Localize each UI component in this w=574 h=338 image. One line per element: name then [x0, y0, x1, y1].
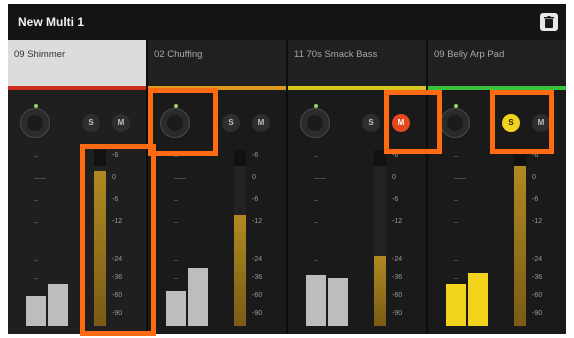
channel-header[interactable]: 02 Chuffing — [148, 40, 286, 86]
solo-button[interactable]: S — [362, 114, 380, 132]
meter-scale-label: -12 — [252, 218, 263, 225]
meter-scale-label: -60 — [392, 292, 403, 299]
level-bar — [166, 290, 186, 326]
meter-fill — [374, 255, 386, 326]
highlight-solo-channel-4 — [490, 90, 554, 154]
channel-name: 11 70s Smack Bass — [294, 49, 378, 60]
pan-knob[interactable] — [300, 104, 330, 138]
level-bar — [26, 296, 46, 326]
meter-scale-label: 0 — [532, 174, 536, 181]
level-bars — [8, 150, 78, 326]
level-bars — [428, 150, 498, 326]
level-bar — [328, 278, 348, 326]
channel-header[interactable]: 11 70s Smack Bass — [288, 40, 426, 86]
meter-scale-label: -36 — [532, 274, 543, 281]
trash-icon — [544, 16, 554, 28]
meter-scale-label: 0 — [252, 174, 256, 181]
trash-button[interactable] — [540, 13, 558, 31]
meter-scale-label: -6 — [252, 196, 259, 203]
knob-indicator-dot — [314, 104, 318, 108]
channel-name: 09 Belly Arp Pad — [434, 49, 505, 60]
meter-peak-zone — [234, 150, 246, 166]
meter-scale-label: -6 — [392, 196, 399, 203]
meter-scale-label: -36 — [392, 274, 403, 281]
multi-title: New Multi 1 — [18, 15, 85, 29]
channel-header[interactable]: 09 Shimmer — [8, 40, 146, 86]
volume-meter[interactable] — [234, 150, 246, 326]
meter-scale-label: -36 — [252, 274, 263, 281]
meter-scale-label: -24 — [252, 256, 263, 263]
mute-button[interactable]: M — [112, 114, 130, 132]
solo-button[interactable]: S — [222, 114, 240, 132]
level-bar — [468, 273, 488, 326]
meter-scale-label: -12 — [392, 218, 403, 225]
meter-scale-label: -90 — [532, 310, 543, 317]
pan-knob[interactable] — [20, 104, 50, 138]
meter-scale-label: -60 — [532, 292, 543, 299]
level-bar — [446, 283, 466, 326]
highlight-knob-channel-2 — [148, 88, 218, 156]
pan-knob[interactable] — [440, 104, 470, 138]
meter-scale-label: -60 — [252, 292, 263, 299]
meter-scale-label: 0 — [392, 174, 396, 181]
meter-fill — [514, 165, 526, 326]
meter-scale-label: -24 — [532, 256, 543, 263]
channel-header[interactable]: 09 Belly Arp Pad — [428, 40, 566, 86]
level-bar — [306, 274, 326, 326]
meter-scale-label: -90 — [252, 310, 263, 317]
level-bar — [188, 267, 208, 326]
level-bars — [148, 150, 218, 326]
highlight-meter-channel-1 — [80, 144, 156, 336]
solo-button[interactable]: S — [82, 114, 100, 132]
meter-scale-label: -6 — [532, 196, 539, 203]
channel-name: 09 Shimmer — [14, 49, 66, 60]
channel-strip[interactable]: 09 Belly Arp Pad S M -6 0 -6 -12 -24 -36 -60 -9… — [428, 40, 566, 334]
meter-scale-label: -24 — [392, 256, 403, 263]
knob-indicator-dot — [34, 104, 38, 108]
meter-fill — [234, 215, 246, 326]
highlight-mute-channel-3 — [384, 90, 442, 154]
channel-strip[interactable]: 11 70s Smack Bass S M -6 0 -6 -12 -24 -36 -60-… — [288, 40, 426, 334]
volume-meter[interactable] — [514, 150, 526, 326]
meter-scale-label: -90 — [392, 310, 403, 317]
level-bars — [288, 150, 358, 326]
mute-button[interactable]: M — [252, 114, 270, 132]
channel-strip[interactable]: 02 Chuffing S M -6 0 -6 -12 -24 -36 -60 -90 — [148, 40, 286, 334]
level-bar — [48, 283, 68, 326]
knob-indicator-dot — [454, 104, 458, 108]
channel-name: 02 Chuffing — [154, 49, 203, 60]
volume-meter[interactable] — [374, 150, 386, 326]
meter-scale-label: -12 — [532, 218, 543, 225]
title-bar: New Multi 1 — [8, 4, 566, 40]
meter-scale-label: -6 — [252, 152, 259, 159]
